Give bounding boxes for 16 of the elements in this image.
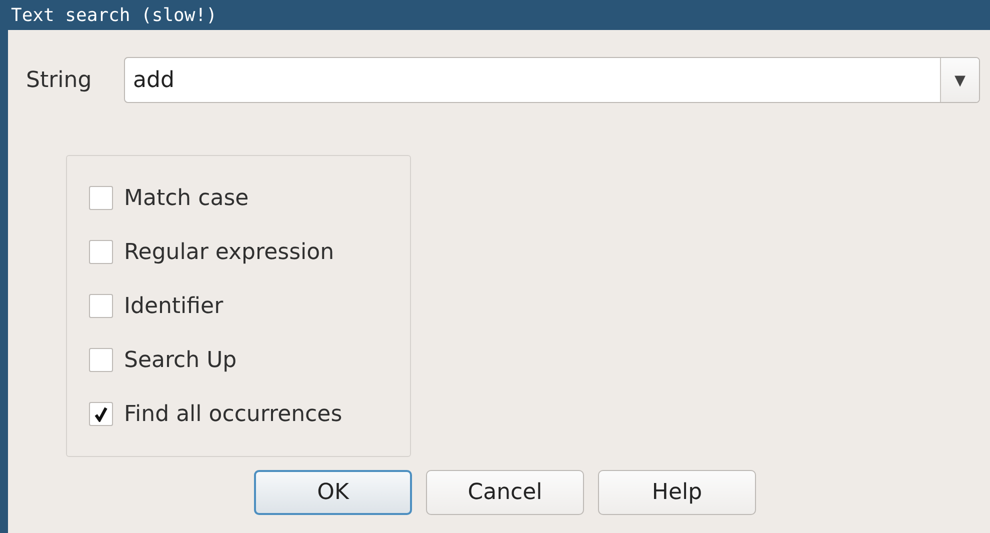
checkbox[interactable] [89, 186, 113, 210]
checkbox-label[interactable]: Find all occurrences [124, 402, 342, 426]
ok-button[interactable]: OK [254, 470, 412, 515]
checkmark-icon [94, 406, 108, 422]
checkbox[interactable] [89, 240, 113, 264]
checkbox[interactable] [89, 294, 113, 318]
field-label: String [26, 68, 93, 92]
checkbox-label[interactable]: Identifier [124, 294, 224, 318]
checkbox-label[interactable]: Regular expression [124, 240, 334, 264]
string-combo-box[interactable]: add ▾ [124, 57, 980, 103]
checkbox-label[interactable]: Match case [124, 186, 249, 210]
cancel-button[interactable]: Cancel [426, 470, 584, 515]
checkbox[interactable] [89, 348, 113, 372]
help-button[interactable]: Help [598, 470, 756, 515]
checkbox-label[interactable]: Search Up [124, 348, 237, 372]
checkbox[interactable] [89, 402, 113, 426]
